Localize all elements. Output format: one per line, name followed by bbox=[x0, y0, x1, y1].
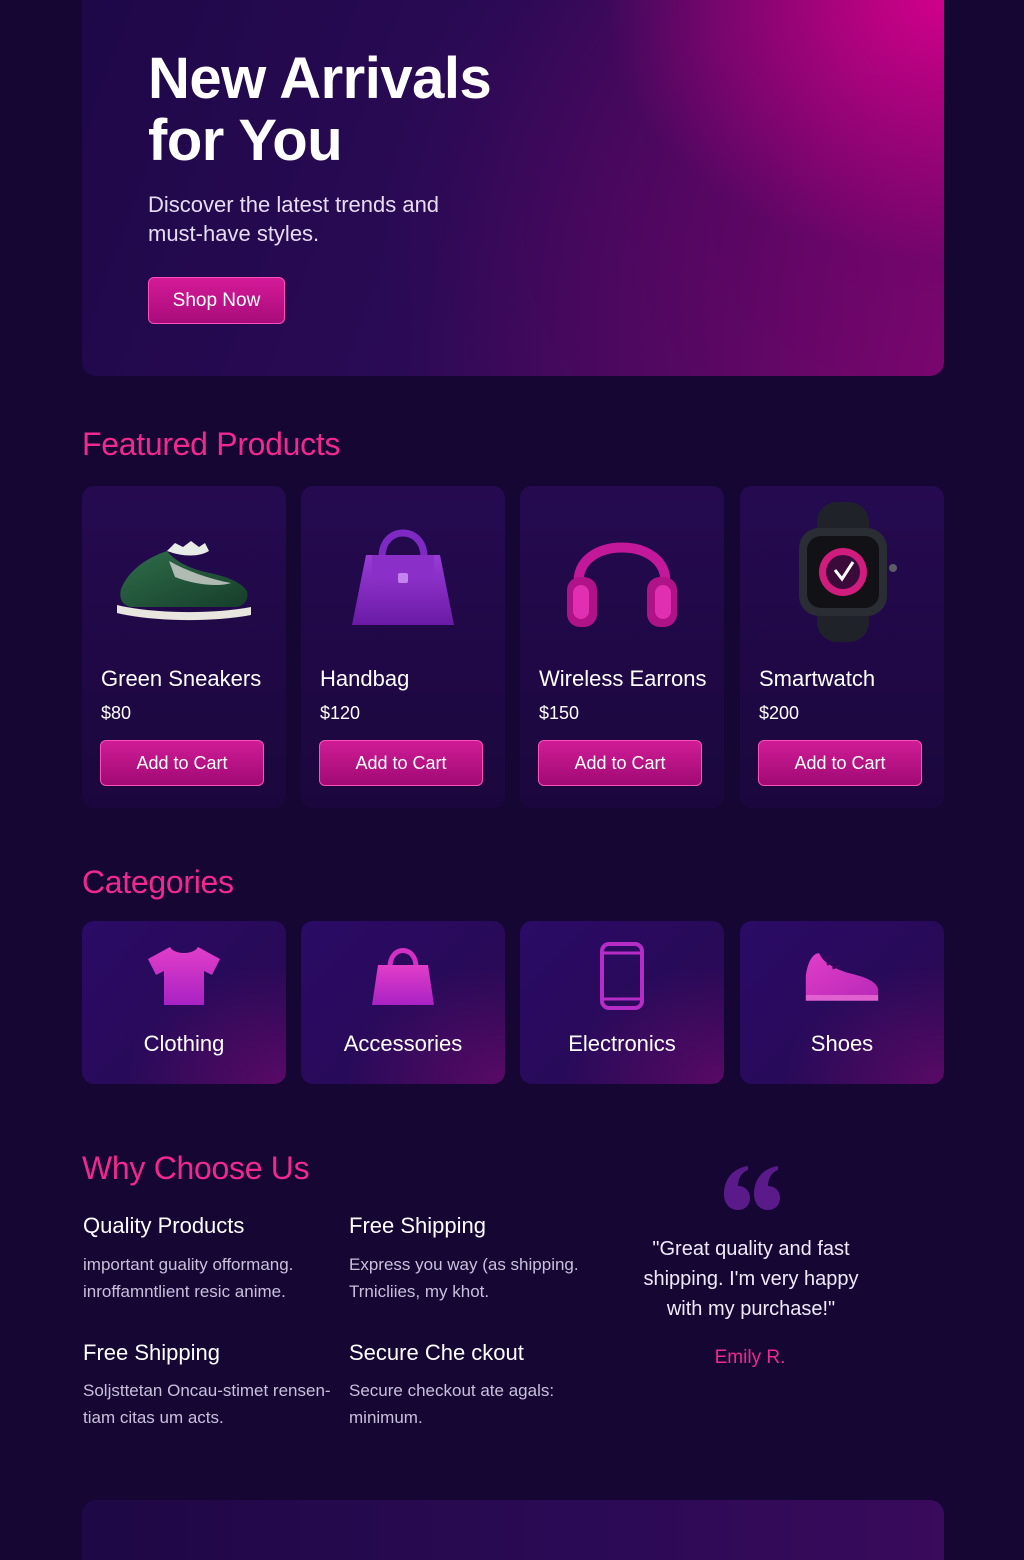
add-to-cart-button[interactable]: Add to Cart bbox=[319, 740, 483, 786]
product-card-smartwatch[interactable]: Smartwatch $200 Add to Cart bbox=[740, 486, 944, 808]
product-price: $80 bbox=[101, 703, 132, 723]
product-price: $200 bbox=[759, 703, 800, 723]
category-label: Accessories bbox=[343, 1031, 463, 1056]
category-label: Electronics bbox=[568, 1031, 676, 1056]
category-electronics[interactable]: Electronics bbox=[520, 921, 724, 1084]
product-card-handbag[interactable]: Handbag $120 Add to Cart bbox=[301, 486, 505, 808]
feature-title: Secure Che ckout bbox=[349, 1340, 524, 1365]
feature-description: important guality offormang. inroffamntl… bbox=[83, 1255, 294, 1301]
product-name: Wireless Earrons bbox=[539, 666, 707, 691]
tshirt-icon bbox=[144, 941, 224, 1011]
feature-title: Quality Products bbox=[83, 1213, 245, 1238]
feature-description: Soljsttetan Oncau-stimet rensen-tiam cit… bbox=[83, 1381, 331, 1427]
product-price: $150 bbox=[539, 703, 580, 723]
bottom-banner bbox=[82, 1500, 944, 1560]
headphones-icon bbox=[534, 502, 710, 642]
categories-heading: Categories bbox=[82, 864, 234, 900]
feature-title: Free Shipping bbox=[83, 1340, 220, 1365]
testimonial-quote: "Great quality and fast shipping. I'm ve… bbox=[643, 1238, 859, 1320]
product-name: Handbag bbox=[320, 666, 410, 691]
hero-title: New Arrivals for You bbox=[148, 46, 492, 173]
testimonial-author: Emily R. bbox=[714, 1347, 786, 1368]
sneaker-icon bbox=[96, 502, 272, 642]
product-name: Smartwatch bbox=[759, 666, 876, 691]
add-to-cart-button[interactable]: Add to Cart bbox=[100, 740, 264, 786]
feature-title: Free Shipping bbox=[349, 1213, 486, 1238]
product-card-wireless-earrons[interactable]: Wireless Earrons $150 Add to Cart bbox=[520, 486, 724, 808]
add-to-cart-button[interactable]: Add to Cart bbox=[758, 740, 922, 786]
bag-icon bbox=[363, 941, 443, 1011]
category-accessories[interactable]: Accessories bbox=[301, 921, 505, 1084]
category-label: Clothing bbox=[143, 1031, 225, 1056]
quote-icon bbox=[700, 1150, 800, 1220]
shoe-icon bbox=[802, 941, 882, 1011]
hero-subtitle: Discover the latest trends and must-have… bbox=[148, 192, 440, 246]
category-shoes[interactable]: Shoes bbox=[740, 921, 944, 1084]
category-label: Shoes bbox=[810, 1031, 874, 1056]
why-choose-us-heading: Why Choose Us bbox=[82, 1150, 310, 1186]
product-name: Green Sneakers bbox=[101, 666, 262, 691]
feature-description: Secure checkout ate agals: minimum. bbox=[349, 1381, 555, 1427]
category-clothing[interactable]: Clothing bbox=[82, 921, 286, 1084]
smartwatch-icon bbox=[754, 502, 930, 642]
shop-now-button[interactable]: Shop Now bbox=[148, 277, 285, 324]
featured-products-heading: Featured Products bbox=[82, 426, 341, 462]
product-price: $120 bbox=[320, 703, 361, 723]
feature-description: Express you way (as shipping. Trnicliies… bbox=[349, 1255, 579, 1301]
hero-banner: New Arrivals for You Discover the latest… bbox=[82, 0, 944, 376]
add-to-cart-button[interactable]: Add to Cart bbox=[538, 740, 702, 786]
handbag-icon bbox=[315, 502, 491, 642]
page: New Arrivals for You Discover the latest… bbox=[0, 0, 1024, 1560]
phone-icon bbox=[582, 941, 662, 1011]
product-card-green-sneakers[interactable]: Green Sneakers $80 Add to Cart bbox=[82, 486, 286, 808]
